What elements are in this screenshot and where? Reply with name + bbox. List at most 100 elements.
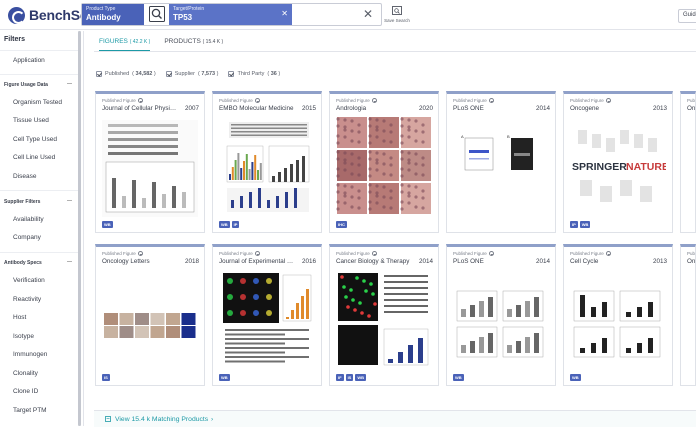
figure-card[interactable]: Published Figure Andrologia 2020 IHC	[329, 91, 439, 233]
card-kicker-label: Published Figure	[219, 98, 253, 103]
figure-card[interactable]: Published Figure PLoS ONE 2014 A B	[446, 91, 556, 233]
filter-cell-type-used[interactable]: Cell Type Used	[13, 136, 57, 143]
source-filters: Published ( 34,582 ) Supplier ( 7,573 ) …	[96, 71, 280, 77]
top-bar: BenchSci Product Type Antibody Target/Pr…	[0, 0, 696, 30]
save-search-icon	[392, 6, 402, 15]
card-kicker: Publish	[687, 98, 695, 103]
figure-card[interactable]: Published Figure Journal of Experimental …	[212, 244, 322, 386]
minus-circle-icon[interactable]	[488, 251, 494, 256]
filter-supplier[interactable]: Supplier ( 7,573 )	[165, 71, 218, 77]
save-search-button[interactable]: Save Search	[384, 6, 410, 23]
minus-circle-icon[interactable]	[371, 251, 377, 256]
collapse-icon[interactable]: —	[67, 259, 72, 265]
card-kicker: Published Figure	[453, 251, 494, 256]
figure-thumbnail[interactable]	[453, 269, 549, 370]
benchsci-logo-icon	[8, 6, 25, 24]
matching-products-bar[interactable]: View 15.4 k Matching Products ›	[94, 410, 696, 427]
filter-availability[interactable]: Availability	[13, 216, 44, 223]
filter-host[interactable]: Host	[13, 314, 26, 321]
search-icon[interactable]	[149, 6, 165, 22]
minus-circle-icon[interactable]	[137, 98, 143, 103]
figure-thumbnail[interactable]: SPRINGER NATURE	[570, 116, 666, 217]
filter-third-party[interactable]: Third Party ( 36 )	[228, 71, 280, 77]
chevron-right-icon: ›	[211, 416, 214, 423]
figure-thumbnail[interactable]	[336, 269, 432, 370]
figure-card[interactable]: Published Figure Cell Cycle 2013 WB	[563, 244, 673, 386]
minus-circle-icon[interactable]	[137, 251, 143, 256]
minus-circle-icon[interactable]	[254, 251, 260, 256]
tabs-divider	[94, 51, 696, 52]
figure-thumbnail[interactable]	[570, 269, 666, 370]
figure-card[interactable]: Published Figure EMBO Molecular Medicine 2…	[212, 91, 322, 233]
card-kicker-label: Published Figure	[453, 251, 487, 256]
filter-disease[interactable]: Disease	[13, 173, 36, 180]
figure-thumbnail[interactable]	[102, 269, 198, 370]
product-type-chip[interactable]: Product Type Antibody	[82, 4, 144, 25]
tab-count: 42.2 K	[132, 39, 148, 45]
tab-products[interactable]: PRODUCTS ( 15.4 K )	[164, 38, 223, 52]
filter-verification[interactable]: Verification	[13, 277, 45, 284]
filter-application[interactable]: Application	[13, 57, 45, 64]
section-antibody-specs[interactable]: Antibody Specs —	[4, 259, 72, 266]
remove-chip-icon[interactable]: ✕	[281, 10, 288, 18]
figure-card[interactable]: Published Figure Oncogene 2013 SPRINGER NATU…	[563, 91, 673, 233]
minus-circle-icon[interactable]	[605, 251, 611, 256]
filter-organism-tested[interactable]: Organism Tested	[13, 99, 62, 106]
checkbox-icon[interactable]	[165, 71, 172, 77]
filter-reactivity[interactable]: Reactivity	[13, 296, 41, 303]
save-search-label: Save Search	[384, 18, 410, 23]
technique-tag: WB	[355, 374, 367, 381]
minus-circle-icon[interactable]	[254, 98, 260, 103]
filter-target-ptm[interactable]: Target PTM	[13, 407, 47, 414]
card-kicker: Publish	[687, 251, 695, 256]
filter-published[interactable]: Published ( 34,582 )	[96, 71, 156, 77]
figure-thumbnail[interactable]	[102, 116, 198, 217]
figure-card-partial[interactable]: Publish Onc	[680, 91, 696, 233]
checkbox-icon[interactable]	[96, 71, 102, 77]
figure-card[interactable]: Published Figure Oncology Letters 2018 IS	[95, 244, 205, 386]
clear-search-icon[interactable]: ✕	[363, 8, 373, 20]
figure-card[interactable]: Published Figure Journal of Cellular Phys…	[95, 91, 205, 233]
collapse-icon[interactable]: —	[67, 81, 72, 87]
figure-card[interactable]: Published Figure PLoS ONE 2014 WB	[446, 244, 556, 386]
figure-card-partial[interactable]: Publish Onc	[680, 244, 696, 386]
target-protein-label: Target/Protein	[173, 6, 205, 12]
figure-thumbnail[interactable]: AB	[453, 116, 549, 217]
section-supplier-filters[interactable]: Supplier Filters —	[4, 198, 72, 205]
filter-company[interactable]: Company	[13, 234, 41, 241]
filter-count: 36	[270, 71, 277, 77]
guide-button[interactable]: Guide	[678, 9, 696, 23]
filter-tissue-used[interactable]: Tissue Used	[13, 117, 49, 124]
section-figure-usage[interactable]: Figure Usage Data —	[4, 81, 72, 88]
filter-clone-id[interactable]: Clone ID	[13, 388, 38, 395]
technique-tag: WB	[219, 221, 230, 228]
sidebar-scrollbar[interactable]	[78, 31, 81, 426]
filter-label: Supplier	[174, 71, 195, 77]
minus-circle-icon[interactable]	[371, 98, 377, 103]
divider	[0, 50, 78, 51]
figure-card[interactable]: Published Figure Cancer Biology & Therapy…	[329, 244, 439, 386]
svg-text:SPRINGER: SPRINGER	[572, 161, 627, 173]
checkbox-icon[interactable]	[228, 71, 235, 77]
figure-thumbnail[interactable]	[219, 116, 315, 217]
card-year: 2013	[652, 105, 667, 112]
filter-immunogen[interactable]: Immunogen	[13, 351, 47, 358]
technique-tags: IF IS WB	[336, 374, 367, 381]
collapse-icon[interactable]: —	[67, 198, 72, 204]
filter-isotype[interactable]: Isotype	[13, 333, 34, 340]
card-journal: Onc	[687, 105, 696, 112]
filter-cell-line-used[interactable]: Cell Line Used	[13, 154, 55, 161]
figure-thumbnail[interactable]	[336, 116, 432, 217]
target-protein-chip[interactable]: Target/Protein TP53 ✕	[169, 4, 292, 25]
result-tabs: FIGURES ( 42.2 K ) PRODUCTS ( 15.4 K )	[99, 38, 223, 52]
search-bar[interactable]: Product Type Antibody Target/Protein TP5…	[81, 3, 382, 26]
figure-thumbnail[interactable]	[219, 269, 315, 370]
minus-circle-icon[interactable]	[488, 98, 494, 103]
filters-sidebar: Filters Application Figure Usage Data — …	[0, 31, 84, 426]
card-kicker-label: Published Figure	[219, 251, 253, 256]
tab-figures[interactable]: FIGURES ( 42.2 K )	[99, 38, 151, 52]
logo[interactable]: BenchSci	[8, 6, 91, 24]
minus-circle-icon[interactable]	[605, 98, 611, 103]
filter-clonality[interactable]: Clonality	[13, 370, 38, 377]
sidebar-scroll-thumb[interactable]	[78, 31, 81, 426]
